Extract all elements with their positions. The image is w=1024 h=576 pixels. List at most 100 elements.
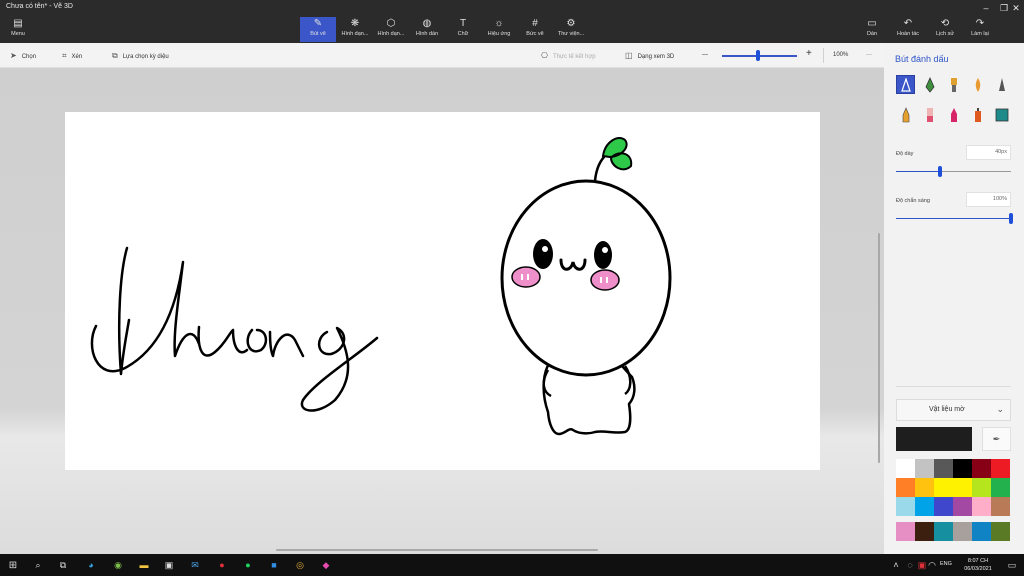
- zoom-value[interactable]: 100%: [833, 50, 848, 61]
- color-swatch[interactable]: [991, 497, 1010, 516]
- character-left-eye: [533, 239, 553, 269]
- taskbar-paint-3d[interactable]: ◆: [318, 557, 334, 573]
- mixed-reality-button[interactable]: ⎔ Thực tế kết hợp: [541, 50, 596, 61]
- tray-wifi[interactable]: ◠: [924, 557, 940, 573]
- thickness-slider[interactable]: [896, 171, 1011, 172]
- color-swatch[interactable]: [915, 497, 934, 516]
- color-swatch[interactable]: [972, 478, 991, 497]
- tab-effects[interactable]: ☼ Hiệu ứng: [481, 17, 517, 42]
- eraser-brush[interactable]: [920, 105, 939, 124]
- color-swatch[interactable]: [934, 459, 953, 478]
- calligraphy-pen-icon: [925, 76, 934, 93]
- paste-button[interactable]: ▭ Dán: [860, 17, 884, 42]
- taskbar-store[interactable]: ▣: [161, 557, 177, 573]
- history-button[interactable]: ⟲ Lịch sử: [931, 17, 959, 42]
- magic-select-button[interactable]: ⧉ Lựa chọn kỳ diệu: [112, 50, 169, 61]
- task-view-button[interactable]: ⧉: [55, 557, 71, 573]
- character-leaf: [601, 137, 633, 171]
- opacity-slider[interactable]: [896, 218, 1011, 219]
- workspace: [0, 68, 884, 554]
- color-swatch[interactable]: [991, 478, 1010, 497]
- material-dropdown[interactable]: Vật liệu mờ ⌄: [896, 399, 1011, 421]
- close-button[interactable]: ✕: [1006, 2, 1024, 14]
- eyedropper-button[interactable]: ✒: [982, 427, 1011, 451]
- chevron-up-icon: ˄: [893, 560, 899, 570]
- opacity-slider-thumb[interactable]: [1009, 213, 1013, 224]
- spray-can-icon: [974, 107, 981, 122]
- crayon-brush[interactable]: [944, 105, 963, 124]
- view-3d-button[interactable]: ◫ Dạng xem 3D: [625, 50, 674, 61]
- thickness-input[interactable]: 40px: [966, 145, 1011, 160]
- language-indicator[interactable]: ENG: [940, 561, 952, 567]
- custom-color-swatch[interactable]: [896, 522, 915, 541]
- undo-icon: ↶: [903, 18, 913, 29]
- pixel-pen-brush[interactable]: [992, 75, 1011, 94]
- more-options-button[interactable]: ···: [866, 50, 872, 61]
- start-button[interactable]: ⊞: [5, 557, 21, 573]
- color-swatch[interactable]: [991, 459, 1010, 478]
- color-swatch[interactable]: [972, 497, 991, 516]
- fill-brush[interactable]: [992, 105, 1011, 124]
- taskbar-app[interactable]: ◉: [110, 557, 126, 573]
- taskbar-file-explorer[interactable]: ▬: [136, 557, 152, 573]
- zoom-in-button[interactable]: +: [806, 48, 812, 59]
- color-swatch[interactable]: [896, 459, 915, 478]
- color-swatch[interactable]: [953, 459, 972, 478]
- search-button[interactable]: ⌕: [30, 557, 46, 573]
- oil-brush[interactable]: [944, 75, 963, 94]
- color-swatch[interactable]: [953, 478, 972, 497]
- mixed-reality-icon: ⎔: [541, 51, 548, 60]
- opacity-input[interactable]: 100%: [966, 192, 1011, 207]
- vertical-scrollbar[interactable]: [878, 233, 880, 463]
- view-3d-icon: ◫: [625, 51, 633, 60]
- watercolor-brush[interactable]: [968, 75, 987, 94]
- color-swatch[interactable]: [953, 497, 972, 516]
- zoom-out-button[interactable]: —: [702, 50, 708, 61]
- redo-button[interactable]: ↷ Làm lại: [966, 17, 994, 42]
- color-swatch[interactable]: [896, 497, 915, 516]
- marker-brush[interactable]: [896, 75, 915, 94]
- tab-3d-shapes[interactable]: ⬡ Hình dạn...: [373, 17, 409, 42]
- color-swatch[interactable]: [934, 478, 953, 497]
- taskbar-edge[interactable]: ◕: [83, 557, 99, 573]
- custom-color-swatch[interactable]: [915, 522, 934, 541]
- taskbar-spotify[interactable]: ●: [240, 557, 256, 573]
- tab-brushes[interactable]: ✎ Bút vẽ: [300, 17, 336, 42]
- horizontal-scrollbar[interactable]: [276, 549, 598, 551]
- color-swatch[interactable]: [972, 459, 991, 478]
- color-swatch[interactable]: [896, 478, 915, 497]
- custom-color-swatch[interactable]: [934, 522, 953, 541]
- color-swatch[interactable]: [915, 478, 934, 497]
- current-color-swatch[interactable]: [896, 427, 972, 451]
- calligraphy-pen-brush[interactable]: [920, 75, 939, 94]
- color-swatch[interactable]: [915, 459, 934, 478]
- network-icon: ◌: [907, 560, 913, 570]
- taskbar-pinterest[interactable]: ●: [214, 557, 230, 573]
- tab-library[interactable]: ⚙ Thư viện...: [553, 17, 589, 42]
- tab-text[interactable]: T Chữ: [445, 17, 481, 42]
- thickness-slider-thumb[interactable]: [937, 166, 942, 177]
- taskbar-clock[interactable]: 8:07 CH 06/03/2021: [958, 557, 998, 573]
- taskbar-mail[interactable]: ✉: [187, 557, 203, 573]
- tab-2d-shapes[interactable]: ❋ Hình dạn...: [337, 17, 373, 42]
- custom-color-swatch[interactable]: [991, 522, 1010, 541]
- custom-color-swatch[interactable]: [972, 522, 991, 541]
- tab-canvas[interactable]: # Bức vẽ: [517, 17, 553, 42]
- taskbar-zalo[interactable]: ■: [266, 557, 282, 573]
- color-swatch[interactable]: [934, 497, 953, 516]
- custom-color-swatch[interactable]: [953, 522, 972, 541]
- undo-button[interactable]: ↶ Hoàn tác: [893, 17, 923, 42]
- redo-icon: ↷: [975, 18, 985, 29]
- pencil-brush[interactable]: [896, 105, 915, 124]
- minimize-button[interactable]: –: [976, 2, 996, 14]
- crop-button[interactable]: ⌗ Xén: [62, 50, 82, 61]
- notification-button[interactable]: ▭: [1004, 557, 1020, 573]
- spray-can-brush[interactable]: [968, 105, 987, 124]
- drawing-canvas[interactable]: [65, 112, 820, 470]
- taskbar-chrome[interactable]: ◎: [292, 557, 308, 573]
- eraser-icon: [926, 107, 933, 122]
- tab-stickers[interactable]: ◍ Hình dán: [409, 17, 445, 42]
- zoom-slider-thumb[interactable]: [756, 50, 760, 61]
- menu-button[interactable]: ▤ Menu: [4, 17, 32, 42]
- select-button[interactable]: ➤ Chọn: [10, 50, 36, 61]
